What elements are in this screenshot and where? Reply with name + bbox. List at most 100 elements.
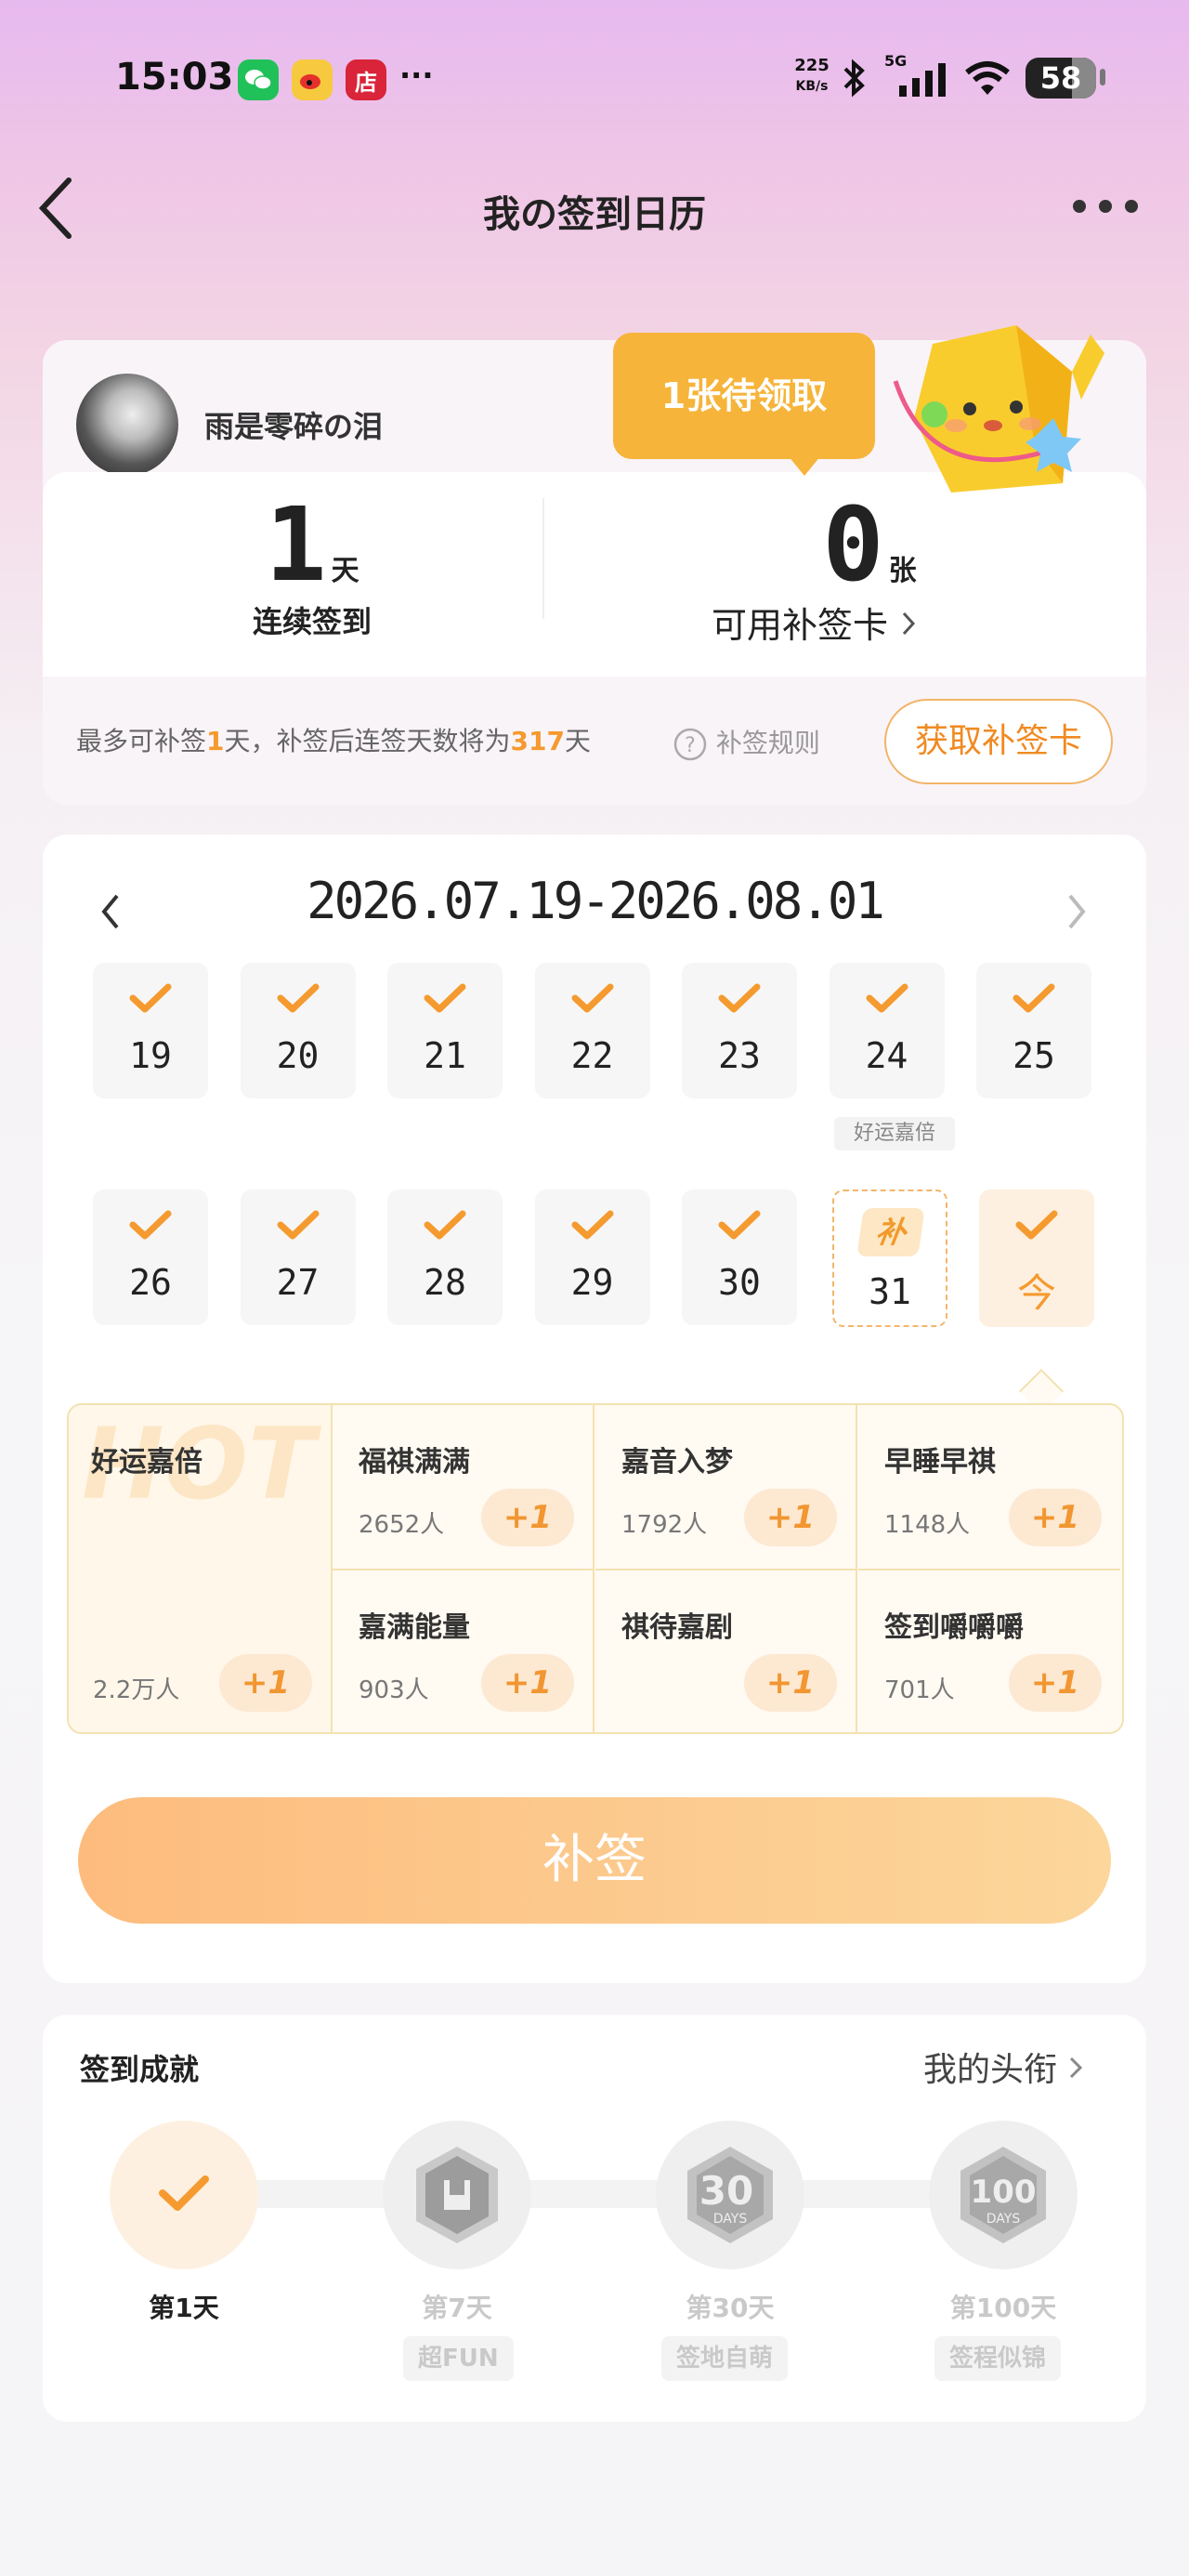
- plus-one-button[interactable]: +1: [1009, 1489, 1102, 1546]
- category-featured[interactable]: HOT 好运嘉倍 2.2万人 +1: [69, 1405, 333, 1732]
- category-item[interactable]: 嘉满能量 903人 +1: [333, 1571, 594, 1732]
- plus-one-button[interactable]: +1: [481, 1489, 574, 1546]
- day-cell[interactable]: 26: [93, 1189, 208, 1325]
- category-item[interactable]: 签到嚼嚼嚼 701人 +1: [858, 1571, 1120, 1732]
- day-cell[interactable]: 27: [240, 1189, 356, 1325]
- svg-text:30: 30: [699, 2168, 753, 2214]
- category-title: 福祺满满: [359, 1446, 470, 1479]
- day-cell[interactable]: 19: [93, 963, 208, 1098]
- makeup-day-31[interactable]: 补 31: [832, 1189, 947, 1327]
- category-count: 2.2万人: [93, 1676, 180, 1704]
- day-cell[interactable]: 23: [682, 963, 797, 1098]
- achievement-day1-icon[interactable]: [110, 2121, 258, 2269]
- achievement-title-badge: 签地自萌: [661, 2336, 789, 2381]
- page-title: 我の签到日历: [483, 193, 706, 236]
- achievement-day7-icon[interactable]: [383, 2121, 531, 2269]
- achievement-track: [176, 2180, 1013, 2208]
- wechat-icon: [238, 59, 279, 100]
- makeup-rules-link[interactable]: ? 补签规则: [673, 723, 820, 762]
- category-item[interactable]: 福祺满满 2652人 +1: [333, 1405, 594, 1571]
- check-icon: [159, 2175, 209, 2211]
- wifi-icon: [965, 61, 1010, 95]
- category-title: 签到嚼嚼嚼: [884, 1611, 1024, 1644]
- achievement-label: 第30天: [686, 2293, 775, 2323]
- speed-unit: KB/s: [795, 79, 829, 94]
- check-icon: [424, 1210, 466, 1240]
- makeup-info: 最多可补签1天，补签后连签天数将为317天: [76, 726, 591, 756]
- day-number: 22: [570, 1035, 614, 1076]
- day-number: 31: [869, 1271, 911, 1312]
- achievements-title: 签到成就: [80, 2052, 200, 2087]
- day-cell[interactable]: 22: [534, 963, 650, 1098]
- status-time: 15:03: [115, 56, 234, 99]
- achievement-label: 第1天: [149, 2293, 219, 2323]
- category-item[interactable]: 嘉音入梦 1792人 +1: [595, 1405, 857, 1571]
- day-cell[interactable]: 21: [387, 963, 503, 1098]
- bluetooth-icon: [843, 59, 865, 98]
- username: 雨是零碎の泪: [204, 409, 384, 444]
- category-item[interactable]: 祺待嘉剧 +1: [595, 1571, 857, 1732]
- day-number: 25: [1013, 1035, 1055, 1076]
- check-icon: [424, 983, 466, 1013]
- achievement-day30-icon[interactable]: 30 DAYS: [656, 2121, 804, 2269]
- today-cell[interactable]: 今: [979, 1189, 1094, 1327]
- battery-icon: 58: [1026, 58, 1096, 99]
- day-number: 19: [129, 1035, 172, 1076]
- achievement-label: 第7天: [422, 2293, 492, 2323]
- day-cell[interactable]: 28: [387, 1189, 503, 1325]
- plus-one-button[interactable]: +1: [481, 1654, 574, 1712]
- my-titles-link[interactable]: 我的头衔: [923, 2043, 1084, 2091]
- cards-label: 可用补签卡: [712, 605, 889, 646]
- day-note: 好运嘉倍: [834, 1117, 955, 1150]
- day-number: 27: [276, 1262, 320, 1303]
- plus-one-button[interactable]: +1: [219, 1654, 312, 1712]
- plus-one-button[interactable]: +1: [744, 1654, 837, 1712]
- nav-bar: 我の签到日历: [0, 158, 1189, 260]
- makeup-button[interactable]: 补签: [78, 1797, 1111, 1924]
- svg-text:DAYS: DAYS: [986, 2212, 1021, 2227]
- achievement-title-badge: 签程似锦: [934, 2336, 1062, 2381]
- next-week-icon[interactable]: [1063, 888, 1091, 935]
- streak-unit: 天: [331, 555, 359, 587]
- more-notifications: ···: [399, 58, 434, 93]
- category-item[interactable]: 早睡早祺 1148人 +1: [858, 1405, 1120, 1571]
- get-makeup-card-button[interactable]: 获取补签卡: [884, 699, 1113, 784]
- day-cell[interactable]: 20: [240, 963, 356, 1098]
- plus-one-button[interactable]: +1: [744, 1489, 837, 1546]
- day-cell[interactable]: 29: [534, 1189, 650, 1325]
- check-icon: [1013, 983, 1055, 1013]
- thirty-days-badge-icon: 30DAYS: [687, 2147, 773, 2243]
- stat-divider: [542, 498, 544, 619]
- category-count: 1148人: [884, 1511, 971, 1539]
- chevron-right-icon: [902, 611, 916, 636]
- plus-one-button[interactable]: +1: [1009, 1654, 1102, 1712]
- max-makeup-days: 1: [206, 726, 225, 756]
- tooltip-arrow: [788, 455, 821, 476]
- hundred-days-badge-icon: 100DAYS: [960, 2147, 1046, 2243]
- streak-after-value: 317: [510, 726, 565, 756]
- check-icon: [718, 983, 761, 1013]
- check-icon: [866, 983, 908, 1013]
- day-number: 24: [865, 1035, 908, 1076]
- check-icon: [571, 1210, 613, 1240]
- svg-text:100: 100: [971, 2174, 1037, 2211]
- battery-level: 58: [1039, 60, 1082, 96]
- day-cell[interactable]: 24: [829, 963, 945, 1098]
- day-number: 23: [718, 1035, 761, 1076]
- category-count: 903人: [359, 1676, 429, 1704]
- makeup-badge: 补: [856, 1208, 925, 1256]
- check-icon: [277, 1210, 319, 1240]
- cards-link[interactable]: 可用补签卡: [712, 597, 918, 648]
- achievement-day100-icon[interactable]: 100 DAYS: [929, 2121, 1078, 2269]
- signal-icon: [899, 63, 946, 97]
- check-icon: [129, 1210, 172, 1240]
- tooltip-text: 1张待领取: [660, 375, 828, 416]
- day-cell[interactable]: 25: [976, 963, 1091, 1098]
- question-icon: ?: [673, 728, 707, 761]
- cards-value: 0: [822, 485, 884, 604]
- avatar[interactable]: [76, 374, 178, 476]
- day-cell[interactable]: 30: [682, 1189, 797, 1325]
- more-icon[interactable]: [1068, 195, 1143, 217]
- achievement-title-badge: 超FUN: [403, 2336, 514, 2381]
- pending-card-tooltip[interactable]: 1张待领取: [613, 333, 875, 459]
